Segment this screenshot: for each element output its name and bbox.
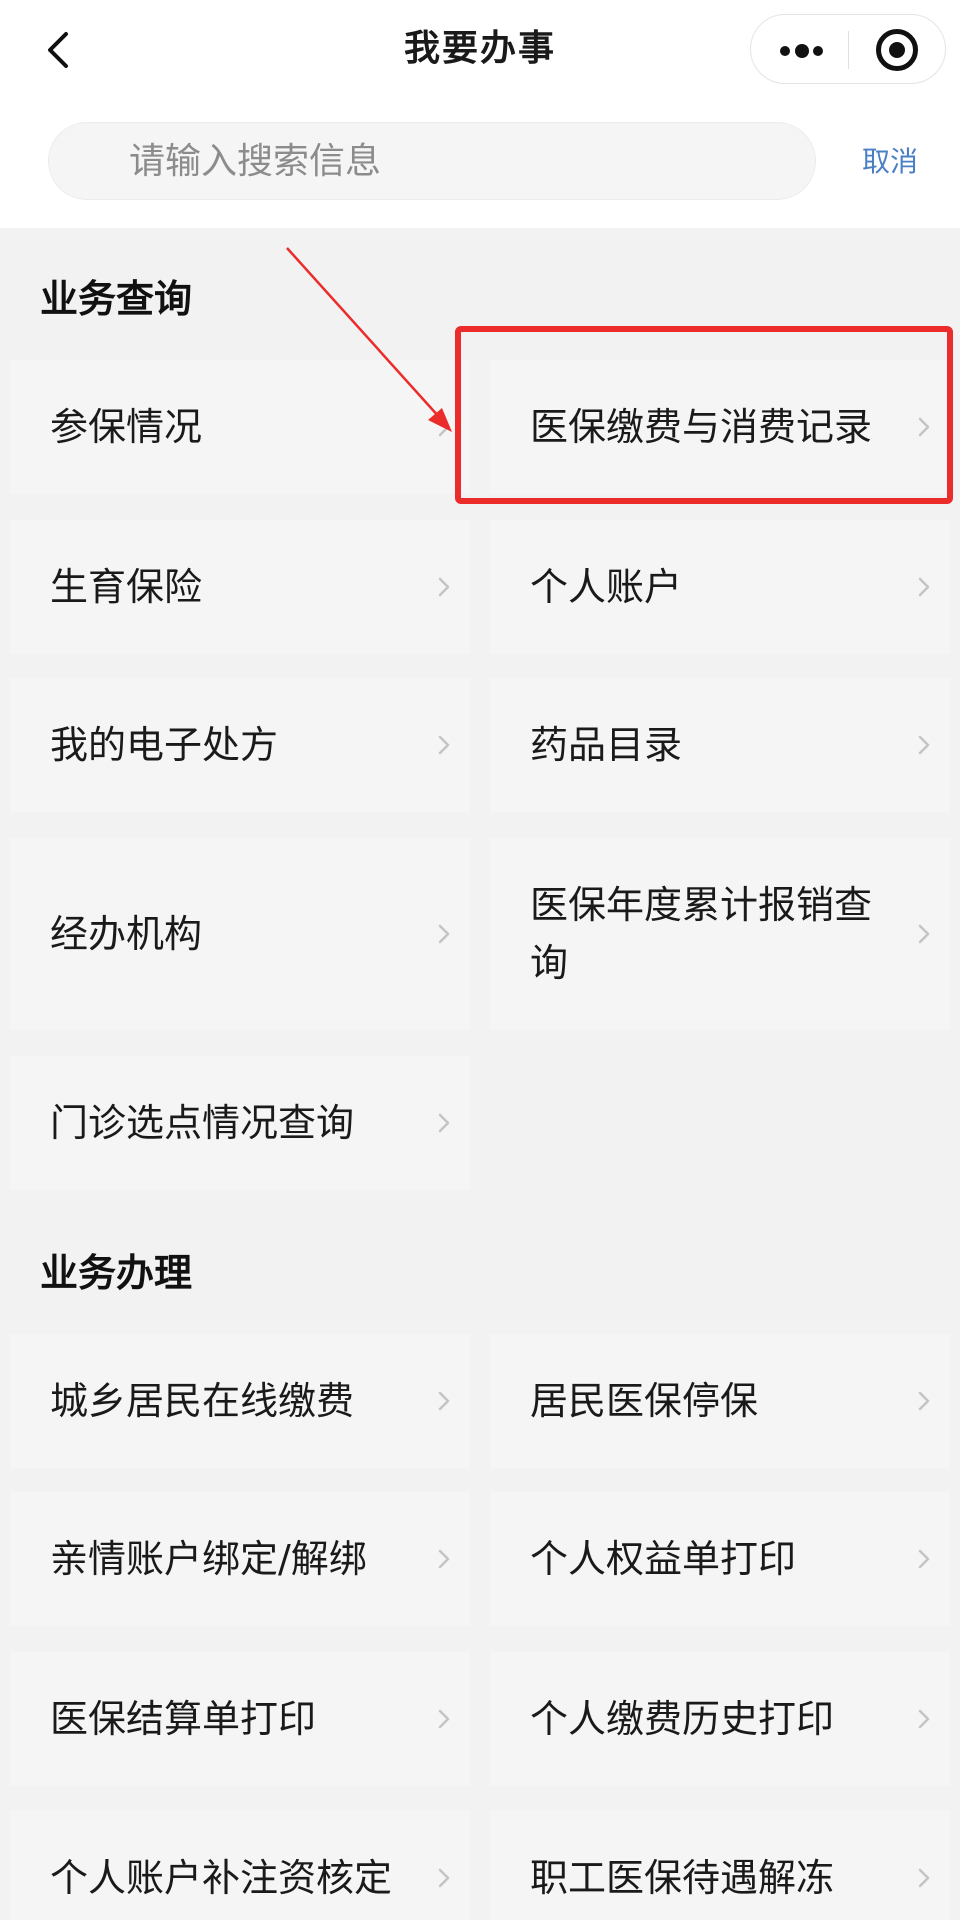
- chevron-right-icon: [434, 1545, 454, 1573]
- grid-item-label: 我的电子处方: [50, 723, 279, 767]
- chevron-right-icon: [914, 1387, 934, 1415]
- chevron-right-icon: [434, 573, 454, 601]
- grid-item-label: 生育保险: [50, 565, 203, 609]
- chevron-right-icon: [434, 731, 454, 759]
- chevron-right-icon: [434, 1864, 454, 1892]
- grid-item-label: 职工医保待遇解冻: [530, 1856, 835, 1900]
- grid-item-label: 个人缴费历史打印: [530, 1697, 835, 1741]
- chevron-right-icon: [914, 920, 934, 948]
- grid-item-label: 城乡居民在线缴费: [50, 1379, 355, 1423]
- capsule-menu: [750, 14, 946, 84]
- grid-item-e-prescription[interactable]: 我的电子处方: [10, 678, 470, 812]
- chevron-right-icon: [914, 1705, 934, 1733]
- grid-item-personal-account[interactable]: 个人账户: [490, 520, 950, 654]
- grid-item-settlement-statement-print[interactable]: 医保结算单打印: [10, 1652, 470, 1786]
- grid-item-drug-catalog[interactable]: 药品目录: [490, 678, 950, 812]
- grid-item-label: 个人账户: [530, 565, 683, 609]
- grid-item-outpatient-selection-query[interactable]: 门诊选点情况查询: [10, 1056, 470, 1190]
- grid-item-label: 居民医保停保: [530, 1379, 759, 1423]
- search-box: [48, 122, 816, 200]
- chevron-right-icon: [914, 573, 934, 601]
- grid-item-label: 经办机构: [50, 912, 203, 956]
- chevron-right-icon: [434, 413, 454, 441]
- grid-item-label: 医保缴费与消费记录: [530, 405, 873, 449]
- section-title-process: 业务办理: [40, 1251, 193, 1295]
- grid-item-resident-online-payment[interactable]: 城乡居民在线缴费: [10, 1334, 470, 1468]
- more-dots-icon[interactable]: [751, 15, 848, 85]
- page: 我要办事 取消 业务查询 参保情况 医保缴费与消费记录 生育保险: [0, 0, 960, 1920]
- nav-bar: 我要办事: [0, 0, 960, 100]
- grid-item-label: 门诊选点情况查询: [50, 1101, 355, 1145]
- section-title-query: 业务查询: [40, 277, 193, 321]
- grid-item-payment-consumption-records[interactable]: 医保缴费与消费记录: [490, 360, 950, 494]
- chevron-right-icon: [434, 920, 454, 948]
- grid-item-label: 医保年度累计报销查询: [530, 883, 873, 985]
- grid-item-family-account-binding[interactable]: 亲情账户绑定/解绑: [10, 1492, 470, 1626]
- chevron-right-icon: [914, 413, 934, 441]
- grid-item-label: 药品目录: [530, 723, 683, 767]
- grid-item-maternity-insurance[interactable]: 生育保险: [10, 520, 470, 654]
- grid-item-payment-history-print[interactable]: 个人缴费历史打印: [490, 1652, 950, 1786]
- miniprogram-close-icon[interactable]: [849, 15, 946, 85]
- grid-item-label: 医保结算单打印: [50, 1697, 317, 1741]
- grid-item-rights-statement-print[interactable]: 个人权益单打印: [490, 1492, 950, 1626]
- grid-item-agencies[interactable]: 经办机构: [10, 838, 470, 1030]
- grid-item-resident-insurance-suspension[interactable]: 居民医保停保: [490, 1334, 950, 1468]
- search-input[interactable]: [129, 123, 789, 199]
- chevron-right-icon: [914, 731, 934, 759]
- chevron-right-icon: [434, 1387, 454, 1415]
- grid-item-label: 个人权益单打印: [530, 1537, 797, 1581]
- grid-item-label: 个人账户补注资核定: [50, 1856, 393, 1900]
- grid-item-employee-benefit-unfreeze[interactable]: 职工医保待遇解冻: [490, 1810, 950, 1920]
- grid-item-insurance-status[interactable]: 参保情况: [10, 360, 470, 494]
- grid-item-label: 参保情况: [50, 405, 203, 449]
- chevron-right-icon: [914, 1864, 934, 1892]
- grid-item-account-supplement-verification[interactable]: 个人账户补注资核定: [10, 1810, 470, 1920]
- chevron-right-icon: [914, 1545, 934, 1573]
- chevron-right-icon: [434, 1109, 454, 1137]
- grid-item-annual-reimbursement-query[interactable]: 医保年度累计报销查询: [490, 838, 950, 1030]
- cancel-link[interactable]: 取消: [862, 144, 918, 180]
- grid-item-label: 亲情账户绑定/解绑: [50, 1537, 367, 1581]
- chevron-right-icon: [434, 1705, 454, 1733]
